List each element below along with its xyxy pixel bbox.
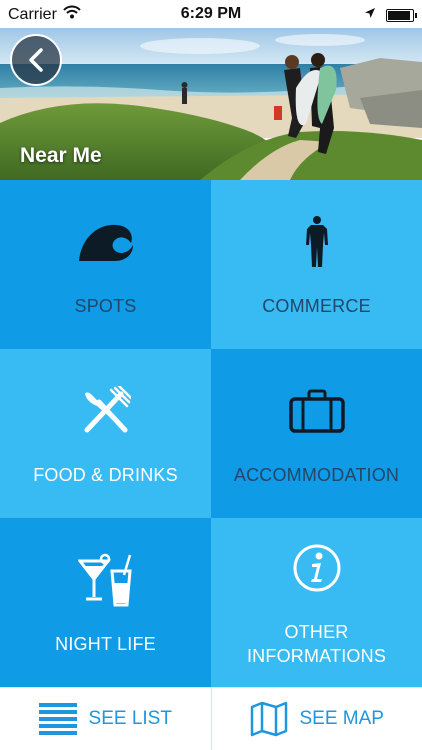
status-right [364,6,417,24]
info-icon [292,538,342,598]
tile-other-informations[interactable]: OTHER INFORMATIONS [211,518,422,687]
page-title: Near Me [20,144,102,167]
wetsuit-icon [304,212,330,272]
see-map-label: SEE MAP [299,708,384,729]
tile-spots-label: SPOTS [74,295,137,316]
fork-knife-icon [81,381,131,441]
wave-icon [77,212,135,272]
cocktail-icon [77,550,134,610]
bottom-bar: SEE LIST SEE MAP [0,687,422,750]
see-list-button[interactable]: SEE LIST [0,688,211,750]
category-grid: SPOTS COMMERCE FOOD & DRINKS ACCOMMODATI… [0,180,422,687]
status-time: 6:29 PM [180,5,242,22]
location-arrow-icon [364,6,376,24]
suitcase-icon [288,381,345,441]
tile-spots[interactable]: SPOTS [0,180,211,349]
hero-banner: Near Me [0,28,422,180]
tile-other-informations-label: OTHER INFORMATIONS [246,621,387,666]
tile-commerce[interactable]: COMMERCE [211,180,422,349]
see-map-button[interactable]: SEE MAP [212,688,422,750]
status-bar: Carrier 6:29 PM [0,0,422,28]
map-icon [250,701,287,737]
list-icon [38,703,77,735]
tile-accommodation-label: ACCOMMODATION [233,464,400,485]
chevron-left-icon [29,48,43,72]
battery-icon [386,8,417,22]
tile-night-life-label: NIGHT LIFE [55,633,156,654]
tile-food-drinks-label: FOOD & DRINKS [33,464,178,485]
see-list-label: SEE LIST [88,708,172,729]
tile-commerce-label: COMMERCE [262,295,371,316]
tile-food-drinks[interactable]: FOOD & DRINKS [0,349,211,518]
tile-accommodation[interactable]: ACCOMMODATION [211,349,422,518]
back-button[interactable] [10,34,62,86]
tile-night-life[interactable]: NIGHT LIFE [0,518,211,687]
